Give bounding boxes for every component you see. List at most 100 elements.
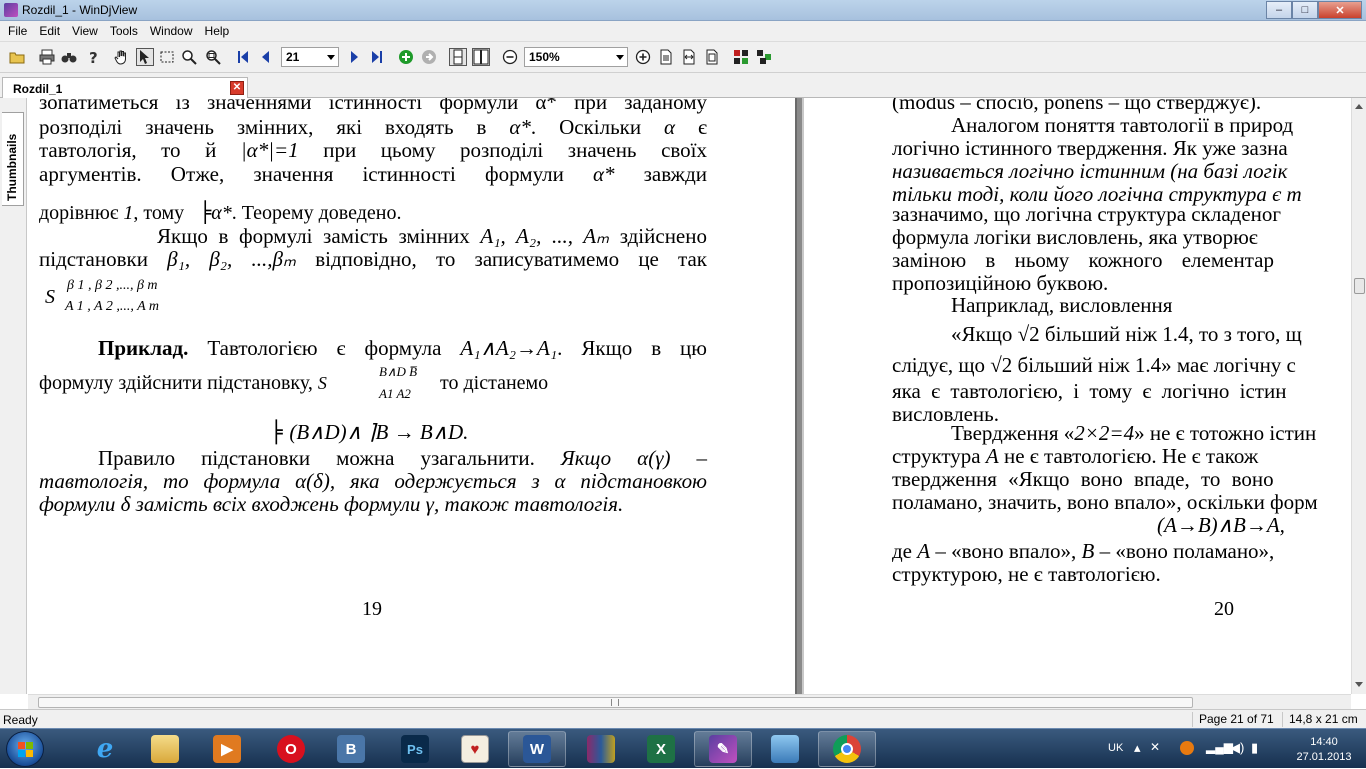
- zoom-select[interactable]: 150%: [524, 47, 628, 67]
- usb-icon[interactable]: ✕: [1150, 740, 1160, 754]
- text-line: (modus – спосіб, ponens – що стверджує).: [892, 98, 1262, 114]
- text-line: формула логіки висловлень, яка утворює: [892, 225, 1258, 249]
- thumbnails-tab[interactable]: Thumbnails: [2, 112, 24, 206]
- vertical-scrollbar[interactable]: [1351, 98, 1366, 694]
- taskbar-image-viewer[interactable]: [756, 731, 814, 767]
- find-icon[interactable]: [60, 48, 78, 66]
- minimize-button[interactable]: ‒: [1266, 1, 1292, 19]
- taskbar-chrome[interactable]: [818, 731, 876, 767]
- text-line: «Якщо √2 більший ніж 1.4, то з того, щ: [951, 322, 1302, 346]
- taskbar-file-explorer[interactable]: [136, 731, 194, 767]
- taskbar-photoshop[interactable]: Ps: [386, 731, 444, 767]
- fit-page-icon[interactable]: [703, 48, 721, 66]
- back-icon[interactable]: [397, 48, 415, 66]
- text-line: Якщо в формулі замість змінних A₁, A₂, .…: [157, 224, 707, 248]
- display-mode-icon[interactable]: [732, 48, 750, 66]
- text-line: де A – «воно впало», B – «воно поламано»…: [892, 539, 1275, 563]
- window-title: Rozdil_1 - WinDjView: [22, 3, 138, 17]
- close-button[interactable]: ✕: [1318, 1, 1362, 19]
- status-text: Ready: [3, 713, 38, 727]
- zoom-out-icon[interactable]: [501, 48, 519, 66]
- signal-icon[interactable]: ▂▄▆: [1206, 740, 1233, 754]
- horizontal-scroll-thumb[interactable]: [38, 697, 1193, 708]
- open-icon[interactable]: [8, 48, 26, 66]
- facing-pages-icon[interactable]: [472, 48, 490, 66]
- help-icon[interactable]: ?: [84, 48, 102, 66]
- taskbar-vk[interactable]: B: [322, 731, 380, 767]
- page-number-select[interactable]: 21: [281, 47, 339, 67]
- page-20: (modus – спосіб, ponens – що стверджує).…: [892, 98, 1351, 694]
- text-line: структурою, не є тавтологією.: [892, 562, 1161, 586]
- network-app-icon[interactable]: [1180, 741, 1194, 755]
- taskbar-internet-explorer[interactable]: e: [76, 731, 134, 767]
- menu-edit[interactable]: Edit: [33, 24, 66, 38]
- text-line: поламано, значить, воно впало», оскільки…: [892, 490, 1318, 514]
- taskbar-solitaire[interactable]: ♥: [446, 731, 504, 767]
- menu-view[interactable]: View: [66, 24, 104, 38]
- internet-explorer-icon: e: [96, 734, 114, 764]
- text-line: слідує, що √2 більший ніж 1.4» має логіч…: [892, 353, 1296, 377]
- text-line: Приклад. Тавтологією є формула A₁∧A₂→A₁.…: [98, 336, 707, 360]
- taskbar: e ▶ O B Ps ♥ W X ✎ UK ▴ ✕ ▂▄▆ ◀) ▮ 14:40…: [0, 728, 1366, 768]
- folder-icon: [151, 735, 179, 763]
- menu-tools[interactable]: Tools: [104, 24, 144, 38]
- menu-file[interactable]: File: [2, 24, 33, 38]
- close-tab-icon[interactable]: ✕: [230, 81, 244, 95]
- text-line: формули δ замість всіх входжень формули …: [39, 492, 624, 516]
- document-view[interactable]: зопатиметься із значеннями істинності фо…: [28, 98, 1351, 694]
- taskbar-excel[interactable]: X: [632, 731, 690, 767]
- forward-icon[interactable]: [420, 48, 438, 66]
- taskbar-word[interactable]: W: [508, 731, 566, 767]
- volume-icon[interactable]: ◀): [1230, 740, 1244, 756]
- taskbar-media-player[interactable]: ▶: [198, 731, 256, 767]
- side-panel-strip: Thumbnails: [0, 98, 27, 694]
- single-page-icon[interactable]: [449, 48, 467, 66]
- rect-select-icon[interactable]: [158, 48, 176, 66]
- fit-width-icon[interactable]: [680, 48, 698, 66]
- formula-line: (A→B)∧B→A,: [1157, 513, 1285, 537]
- layers-icon[interactable]: [755, 48, 773, 66]
- page-number: 20: [1214, 598, 1234, 620]
- menu-help[interactable]: Help: [199, 24, 236, 38]
- actual-size-icon[interactable]: [657, 48, 675, 66]
- text-line: яка є тавтологією, і тому є логічно істи…: [892, 379, 1287, 403]
- clock-time: 14:40: [1310, 736, 1338, 748]
- chevron-down-icon: [616, 55, 624, 60]
- scroll-down-icon[interactable]: [1355, 682, 1363, 687]
- text-line: розподілі значень змінних, які входять в…: [39, 115, 708, 139]
- solitaire-icon: ♥: [461, 735, 489, 763]
- print-icon[interactable]: [38, 48, 56, 66]
- scroll-up-icon[interactable]: [1355, 104, 1363, 109]
- prev-page-icon[interactable]: [257, 48, 275, 66]
- horizontal-scrollbar[interactable]: [28, 694, 1351, 709]
- text-line: Аналогом поняття тавтології в природ: [951, 113, 1294, 137]
- language-indicator[interactable]: UK: [1108, 742, 1123, 754]
- zoom-rect-icon[interactable]: [204, 48, 222, 66]
- menu-window[interactable]: Window: [144, 24, 199, 38]
- clock[interactable]: 14:40 27.01.2013: [1294, 735, 1354, 765]
- menu-bar: File Edit View Tools Window Help: [0, 21, 1366, 42]
- zoom-value: 150%: [529, 50, 560, 64]
- hand-tool-icon[interactable]: [113, 48, 131, 66]
- toolbar: ? 21 150%: [0, 42, 1366, 73]
- text-line: тавтологія, то формула α(δ), яка одержує…: [39, 469, 707, 493]
- taskbar-winrar[interactable]: [572, 731, 630, 767]
- taskbar-opera[interactable]: O: [262, 731, 320, 767]
- next-page-icon[interactable]: [345, 48, 363, 66]
- last-page-icon[interactable]: [368, 48, 386, 66]
- text-line: пропозиційною буквою.: [892, 271, 1109, 295]
- document-tab[interactable]: Rozdil_1 ✕: [2, 77, 248, 99]
- zoom-tool-icon[interactable]: [180, 48, 198, 66]
- substitution-subscript: A1 A2: [379, 386, 411, 401]
- start-button[interactable]: [6, 731, 44, 767]
- show-hidden-icons-icon[interactable]: ▴: [1134, 740, 1141, 756]
- window-controls: ‒ □ ✕: [1266, 1, 1362, 19]
- select-tool-icon[interactable]: [136, 48, 154, 66]
- vertical-scroll-thumb[interactable]: [1354, 278, 1365, 294]
- zoom-in-icon[interactable]: [634, 48, 652, 66]
- page-info: Page 21 of 71: [1192, 712, 1274, 727]
- first-page-icon[interactable]: [234, 48, 252, 66]
- taskbar-windjview[interactable]: ✎: [694, 731, 752, 767]
- maximize-button[interactable]: □: [1292, 1, 1318, 19]
- battery-icon[interactable]: ▮: [1251, 740, 1258, 756]
